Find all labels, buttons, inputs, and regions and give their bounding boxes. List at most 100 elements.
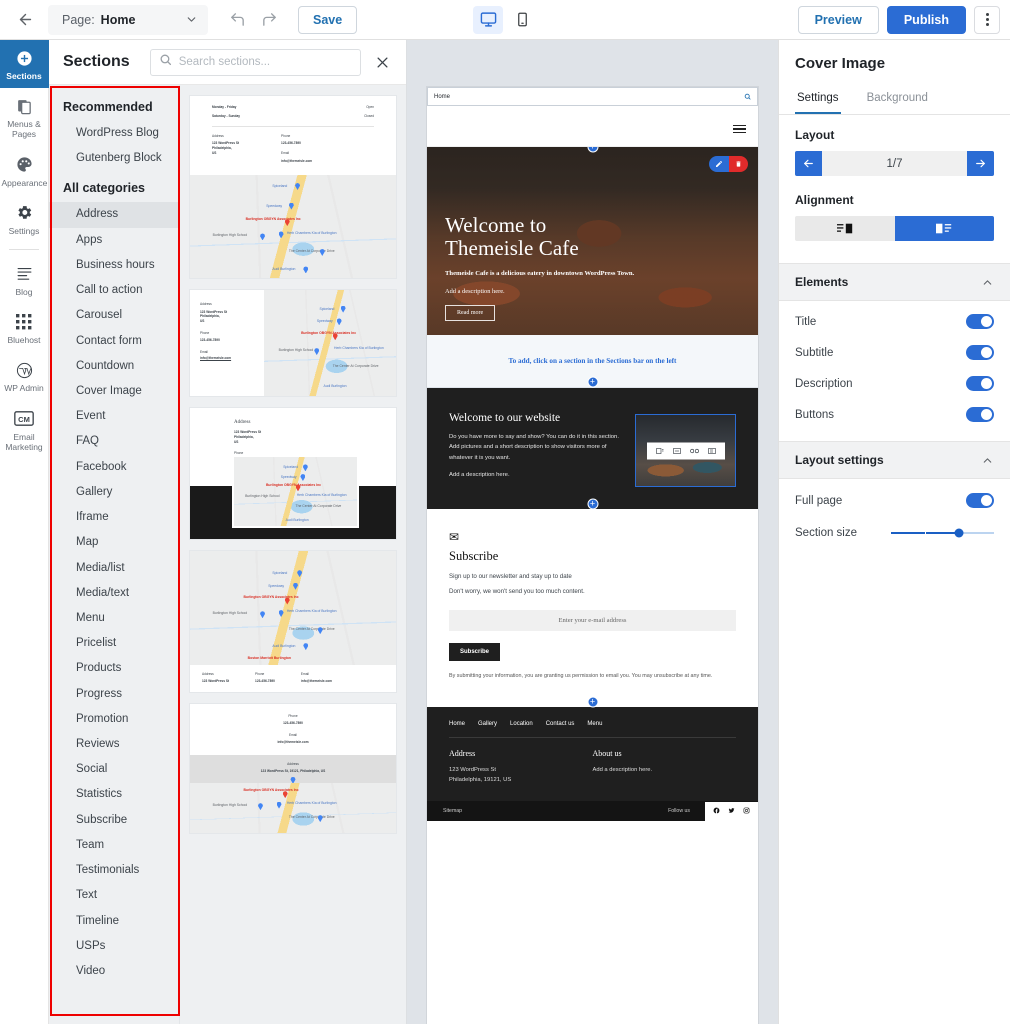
category-item-media-text[interactable]: Media/text (49, 581, 179, 606)
rail-item-wp-admin[interactable]: WP Admin (0, 352, 49, 400)
recommended-item-wordpress-blog[interactable]: WordPress Blog (49, 121, 179, 146)
add-section-node-3[interactable]: + (587, 696, 598, 708)
rail-item-menus-pages[interactable]: Menus & Pages (0, 88, 49, 146)
layout-next-button[interactable] (967, 151, 994, 176)
elements-accordion-header[interactable]: Elements (779, 263, 1010, 301)
subscribe-button[interactable]: Subscribe (449, 643, 501, 661)
category-item-countdown[interactable]: Countdown (49, 354, 179, 379)
subtitle-toggle[interactable] (966, 345, 994, 360)
section-thumbnail-2[interactable]: Address 123 WordPress St Philadelphia, U… (189, 288, 397, 397)
category-item-testimonials[interactable]: Testimonials (49, 858, 179, 883)
category-item-gallery[interactable]: Gallery (49, 480, 179, 505)
footer-nav-location[interactable]: Location (510, 721, 533, 727)
category-item-facebook[interactable]: Facebook (49, 455, 179, 480)
category-item-map[interactable]: Map (49, 530, 179, 555)
search-input[interactable] (178, 56, 352, 68)
recommended-item-gutenberg-block[interactable]: Gutenberg Block (49, 146, 179, 171)
category-item-video[interactable]: Video (49, 959, 179, 984)
category-item-iframe[interactable]: Iframe (49, 505, 179, 530)
publish-button[interactable]: Publish (886, 5, 966, 34)
add-section-node-1[interactable]: + (587, 376, 598, 388)
section-size-slider-knob[interactable] (954, 528, 964, 538)
preview-button[interactable]: Preview (797, 5, 879, 34)
about-section[interactable]: Welcome to our website Do you have more … (427, 388, 758, 510)
footer-nav-contact-us[interactable]: Contact us (546, 721, 575, 727)
edit-pencil-icon[interactable] (709, 156, 729, 172)
hero-read-more-button[interactable]: Read more (445, 305, 496, 321)
facebook-icon[interactable] (713, 807, 720, 816)
rail-item-settings[interactable]: Settings (0, 195, 49, 243)
tab-settings[interactable]: Settings (795, 84, 841, 114)
add-section-node-2[interactable]: + (587, 498, 598, 510)
hero-description[interactable]: Add a description here. (445, 288, 738, 295)
hero-section[interactable]: + Welcome to Themeisle Cafe Themeisle Ca… (427, 147, 758, 335)
section-thumbnail-5[interactable]: Phone 123-456-7890 Email info@themeisle.… (189, 703, 397, 835)
rail-item-bluehost[interactable]: Bluehost (0, 304, 49, 352)
category-item-progress[interactable]: Progress (49, 682, 179, 707)
footer-section[interactable]: Home Gallery Location Contact us Menu Ad… (427, 707, 758, 822)
title-toggle[interactable] (966, 314, 994, 329)
footer-sitemap-link[interactable]: Sitemap (443, 808, 462, 814)
layout-settings-accordion-header[interactable]: Layout settings (779, 441, 1010, 479)
section-size-slider[interactable] (891, 528, 994, 538)
category-item-reviews[interactable]: Reviews (49, 732, 179, 757)
section-thumbnail-4[interactable]: Spiceland Speedway Burlington OBGYN Asso… (189, 549, 397, 694)
category-item-usps[interactable]: USPs (49, 934, 179, 959)
section-thumbnail-1[interactable]: Monday - Friday Open Saturday - Sunday Clo… (189, 95, 397, 279)
category-item-text[interactable]: Text (49, 883, 179, 908)
tab-background[interactable]: Background (865, 84, 930, 114)
category-item-team[interactable]: Team (49, 833, 179, 858)
link-icon[interactable] (689, 447, 699, 454)
back-button[interactable] (10, 5, 40, 35)
layout-prev-button[interactable] (795, 151, 822, 176)
category-item-menu[interactable]: Menu (49, 606, 179, 631)
subscribe-email-input[interactable]: Enter your e-mail address (449, 610, 736, 631)
footer-nav-gallery[interactable]: Gallery (478, 721, 497, 727)
category-item-business-hours[interactable]: Business hours (49, 253, 179, 278)
about-image[interactable] (635, 414, 736, 487)
category-item-faq[interactable]: FAQ (49, 429, 179, 454)
rail-item-blog[interactable]: Blog (0, 256, 49, 304)
category-item-pricelist[interactable]: Pricelist (49, 631, 179, 656)
search-sections-box[interactable] (149, 48, 361, 76)
subscribe-title[interactable]: Subscribe (449, 549, 736, 564)
close-icon[interactable] (371, 51, 394, 74)
description-toggle[interactable] (966, 376, 994, 391)
save-button[interactable]: Save (298, 5, 358, 34)
rail-item-email-marketing[interactable]: CM Email Marketing (0, 401, 49, 459)
redo-button[interactable] (254, 5, 284, 35)
align-text-left-image-right-icon[interactable] (795, 216, 895, 241)
category-item-media-list[interactable]: Media/list (49, 556, 179, 581)
category-item-social[interactable]: Social (49, 757, 179, 782)
hamburger-icon[interactable] (733, 122, 746, 136)
category-item-products[interactable]: Products (49, 656, 179, 681)
category-item-cover-image[interactable]: Cover Image (49, 379, 179, 404)
rail-item-sections[interactable]: Sections (0, 40, 49, 89)
twitter-icon[interactable] (728, 807, 735, 816)
category-item-promotion[interactable]: Promotion (49, 707, 179, 732)
mobile-view-button[interactable] (507, 6, 537, 34)
subscribe-section[interactable]: ✉ Subscribe Sign up to our newsletter an… (427, 509, 758, 708)
hero-subtitle[interactable]: Themeisle Cafe is a delicious eatery in … (445, 269, 635, 279)
align-center-icon[interactable] (672, 447, 681, 454)
page-selector[interactable]: Page: Home (48, 4, 208, 35)
category-item-event[interactable]: Event (49, 404, 179, 429)
instagram-icon[interactable] (743, 807, 750, 816)
undo-button[interactable] (222, 5, 252, 35)
align-left-icon[interactable] (655, 447, 664, 454)
hero-title[interactable]: Welcome to Themeisle Cafe (445, 213, 738, 261)
desktop-view-button[interactable] (473, 5, 503, 34)
full-page-toggle[interactable] (966, 493, 994, 508)
footer-nav-home[interactable]: Home (449, 721, 465, 727)
category-item-apps[interactable]: Apps (49, 228, 179, 253)
buttons-toggle[interactable] (966, 407, 994, 422)
trash-icon[interactable] (729, 156, 748, 172)
category-item-call-to-action[interactable]: Call to action (49, 278, 179, 303)
category-item-contact-form[interactable]: Contact form (49, 329, 179, 354)
category-item-carousel[interactable]: Carousel (49, 303, 179, 328)
section-thumbnail-3[interactable]: Address 123 WordPress St Philadelphia, U… (189, 406, 397, 540)
align-right-icon[interactable] (707, 447, 716, 454)
footer-nav-menu[interactable]: Menu (587, 721, 602, 727)
more-options-button[interactable] (974, 5, 1000, 34)
search-icon[interactable] (744, 93, 751, 100)
